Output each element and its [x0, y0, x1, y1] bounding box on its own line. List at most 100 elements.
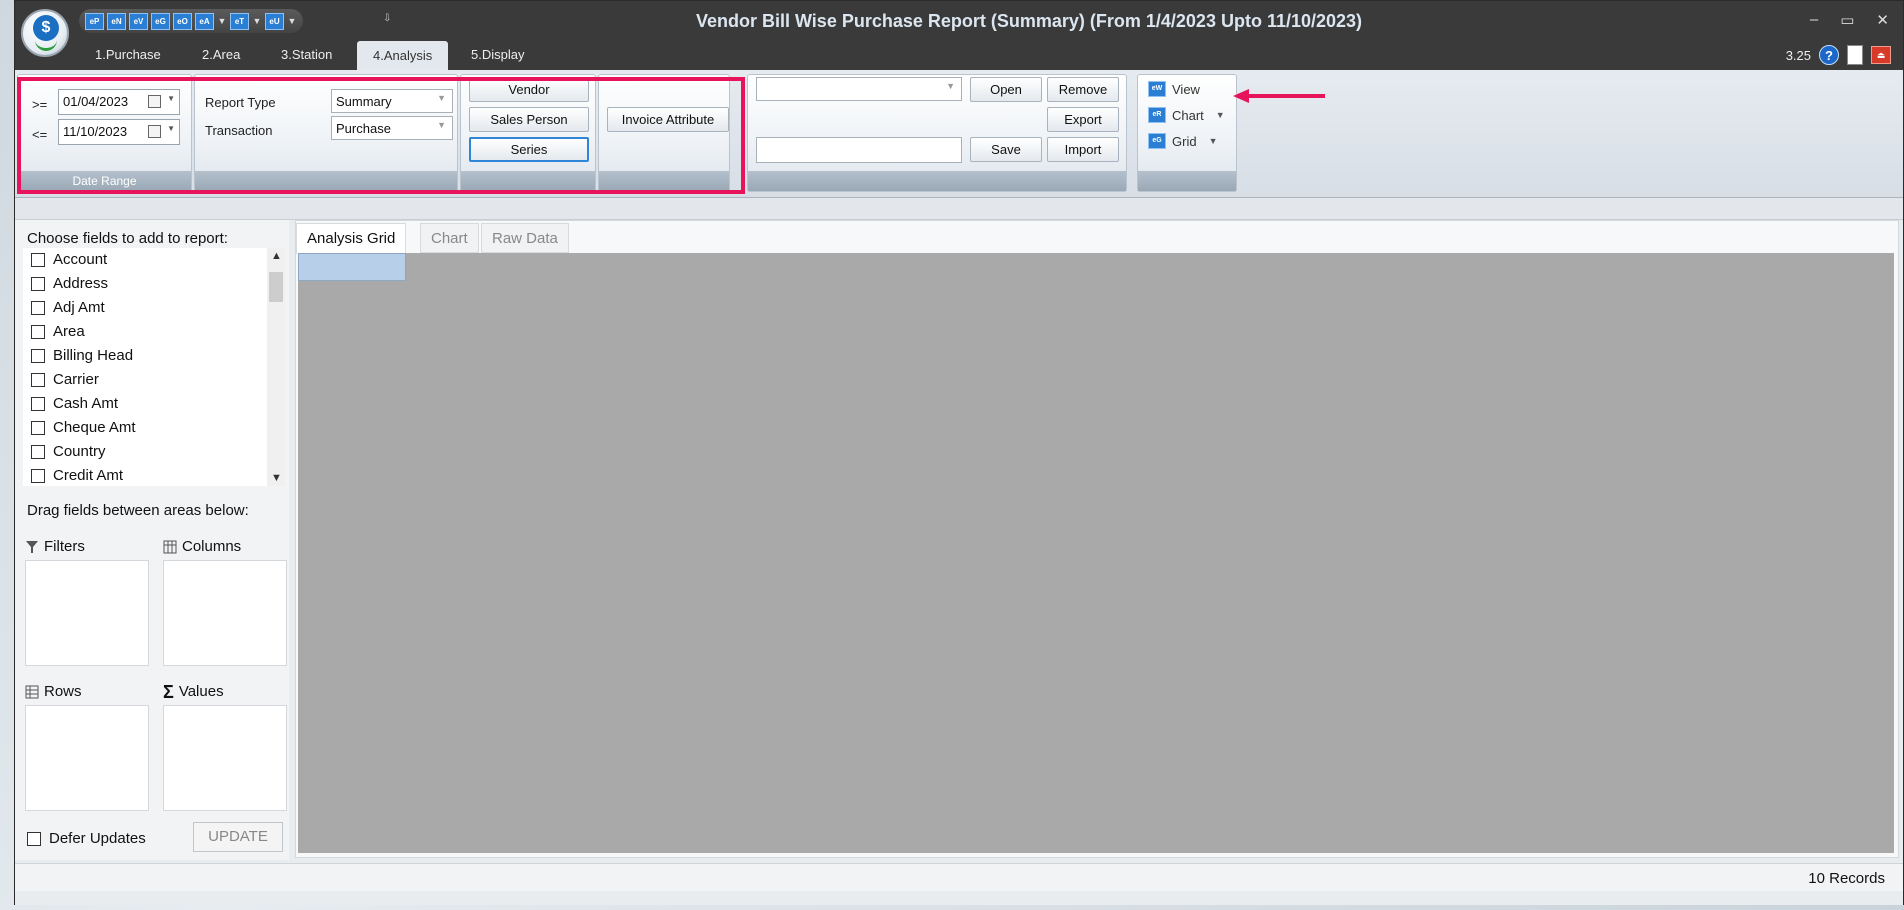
title-bar: eP eN eV eG eO eA ▼ eT ▼ eU ▼ ⇩ Vendor B… — [15, 1, 1903, 41]
chevron-down-icon[interactable]: ▼ — [1216, 110, 1225, 120]
rows-drop-area[interactable] — [25, 705, 149, 811]
checkbox[interactable] — [31, 444, 45, 459]
field-item-cheque-amt[interactable]: Cheque Amt — [31, 419, 136, 436]
close-button[interactable]: ✕ — [1876, 11, 1889, 29]
chart-label: Chart — [1172, 107, 1204, 123]
open-button[interactable]: Open — [970, 77, 1042, 102]
checkbox[interactable] — [31, 252, 45, 267]
field-item-country[interactable]: Country — [31, 443, 106, 460]
values-area-label: Σ Values — [163, 681, 224, 702]
chevron-down-icon[interactable]: ▼ — [946, 81, 955, 91]
defer-updates[interactable]: Defer Updates — [27, 830, 146, 847]
field-item-credit-amt[interactable]: Credit Amt — [31, 467, 123, 484]
analysis-grid[interactable] — [298, 253, 1894, 853]
values-drop-area[interactable] — [163, 705, 287, 811]
maximize-button[interactable]: ▭ — [1840, 11, 1854, 29]
tab-purchase[interactable]: 1.Purchase — [95, 47, 161, 62]
analysis-panel: Analysis Grid Chart Raw Data — [295, 220, 1899, 858]
view-group-label — [1138, 171, 1236, 191]
chart-button[interactable]: eR Chart ▼ — [1148, 107, 1225, 123]
checkbox[interactable] — [31, 348, 45, 363]
layout-select[interactable]: ▼ — [756, 77, 962, 101]
filters-area-label: Filters — [25, 538, 85, 555]
scroll-down-icon[interactable]: ▼ — [271, 472, 282, 484]
field-label: Account — [53, 251, 108, 268]
update-button[interactable]: UPDATE — [193, 822, 283, 852]
tab-analysis-grid[interactable]: Analysis Grid — [296, 223, 407, 254]
checkbox[interactable] — [31, 468, 45, 483]
vendor-button[interactable]: Vendor — [469, 77, 589, 102]
scroll-thumb[interactable] — [269, 272, 283, 302]
ribbon: >= 01/04/2023 ▼ <= 11/10/2023 ▼ Date Ran… — [15, 70, 1903, 198]
filters-drop-area[interactable] — [25, 560, 149, 666]
field-label: Address — [53, 275, 109, 292]
checkbox[interactable] — [31, 276, 45, 291]
chevron-down-icon[interactable]: ▼ — [167, 94, 175, 103]
field-label: Country — [53, 443, 106, 460]
main-area: Choose fields to add to report: Account … — [15, 198, 1903, 905]
field-list-scrollbar[interactable]: ▲ ▼ — [267, 248, 285, 486]
grid-corner-cell[interactable] — [298, 253, 406, 281]
transaction-value: Purchase — [336, 121, 391, 136]
chevron-down-icon[interactable]: ▼ — [437, 93, 446, 103]
field-item-account[interactable]: Account — [31, 251, 107, 268]
scroll-up-icon[interactable]: ▲ — [271, 250, 282, 262]
checkbox[interactable] — [31, 420, 45, 435]
tab-chart[interactable]: Chart — [420, 223, 479, 253]
help-icon[interactable]: ? — [1819, 45, 1839, 65]
export-button[interactable]: Export — [1047, 107, 1119, 132]
tab-area[interactable]: 2.Area — [202, 47, 240, 62]
app-logo-icon[interactable]: $ — [21, 9, 69, 57]
checkbox[interactable] — [31, 372, 45, 387]
tab-analysis[interactable]: 4.Analysis — [357, 41, 449, 70]
field-chooser-panel: Choose fields to add to report: Account … — [15, 220, 289, 860]
invoice-attribute-button[interactable]: Invoice Attribute — [607, 107, 729, 132]
remove-button[interactable]: Remove — [1047, 77, 1119, 102]
field-label: Cheque Amt — [53, 419, 136, 436]
chevron-down-icon[interactable]: ▼ — [1209, 136, 1218, 146]
to-date-field[interactable]: 11/10/2023 ▼ — [58, 119, 180, 145]
exit-icon[interactable]: ⏏ — [1871, 46, 1891, 64]
record-count: 10 Records — [1808, 870, 1885, 887]
sales-person-button[interactable]: Sales Person — [469, 107, 589, 132]
tab-station[interactable]: 3.Station — [281, 47, 332, 62]
field-item-carrier[interactable]: Carrier — [31, 371, 99, 388]
rows-area-label: Rows — [25, 683, 82, 700]
field-label: Billing Head — [53, 347, 134, 364]
layout-group-label — [748, 171, 1126, 191]
from-date-value: 01/04/2023 — [63, 94, 129, 109]
calendar-icon[interactable] — [148, 125, 161, 138]
checkbox[interactable] — [31, 300, 45, 315]
tabrow-right-tools: 3.25 ? ⏏ — [1786, 45, 1891, 65]
checkbox[interactable] — [31, 396, 45, 411]
defer-updates-checkbox[interactable] — [27, 831, 41, 846]
field-item-adj-amt[interactable]: Adj Amt — [31, 299, 105, 316]
logo-letter: $ — [33, 15, 59, 41]
series-button[interactable]: Series — [469, 137, 589, 162]
field-item-area[interactable]: Area — [31, 323, 85, 340]
rows-icon — [25, 685, 39, 698]
view-button[interactable]: eW View — [1148, 81, 1200, 97]
calendar-icon[interactable] — [148, 95, 161, 108]
minimize-button[interactable]: – — [1810, 11, 1818, 29]
columns-drop-area[interactable] — [163, 560, 287, 666]
from-date-field[interactable]: 01/04/2023 ▼ — [58, 89, 180, 115]
sigma-icon: Σ — [163, 681, 174, 702]
save-button[interactable]: Save — [970, 137, 1042, 162]
document-icon[interactable] — [1847, 45, 1863, 65]
chevron-down-icon[interactable]: ▼ — [437, 120, 446, 130]
field-item-address[interactable]: Address — [31, 275, 108, 292]
import-button[interactable]: Import — [1047, 137, 1119, 162]
layout-name-input[interactable] — [756, 137, 962, 163]
field-label: Credit Amt — [53, 467, 124, 484]
tab-raw-data[interactable]: Raw Data — [481, 223, 569, 253]
tab-display[interactable]: 5.Display — [471, 47, 524, 62]
checkbox[interactable] — [31, 324, 45, 339]
field-item-cash-amt[interactable]: Cash Amt — [31, 395, 118, 412]
transaction-select[interactable]: Purchase ▼ — [331, 116, 453, 140]
field-item-billing-head[interactable]: Billing Head — [31, 347, 133, 364]
field-list[interactable]: Account Address Adj Amt Area Billing Hea… — [23, 248, 285, 486]
chevron-down-icon[interactable]: ▼ — [167, 124, 175, 133]
grid-button[interactable]: eG Grid ▼ — [1148, 133, 1217, 149]
report-type-select[interactable]: Summary ▼ — [331, 89, 453, 113]
